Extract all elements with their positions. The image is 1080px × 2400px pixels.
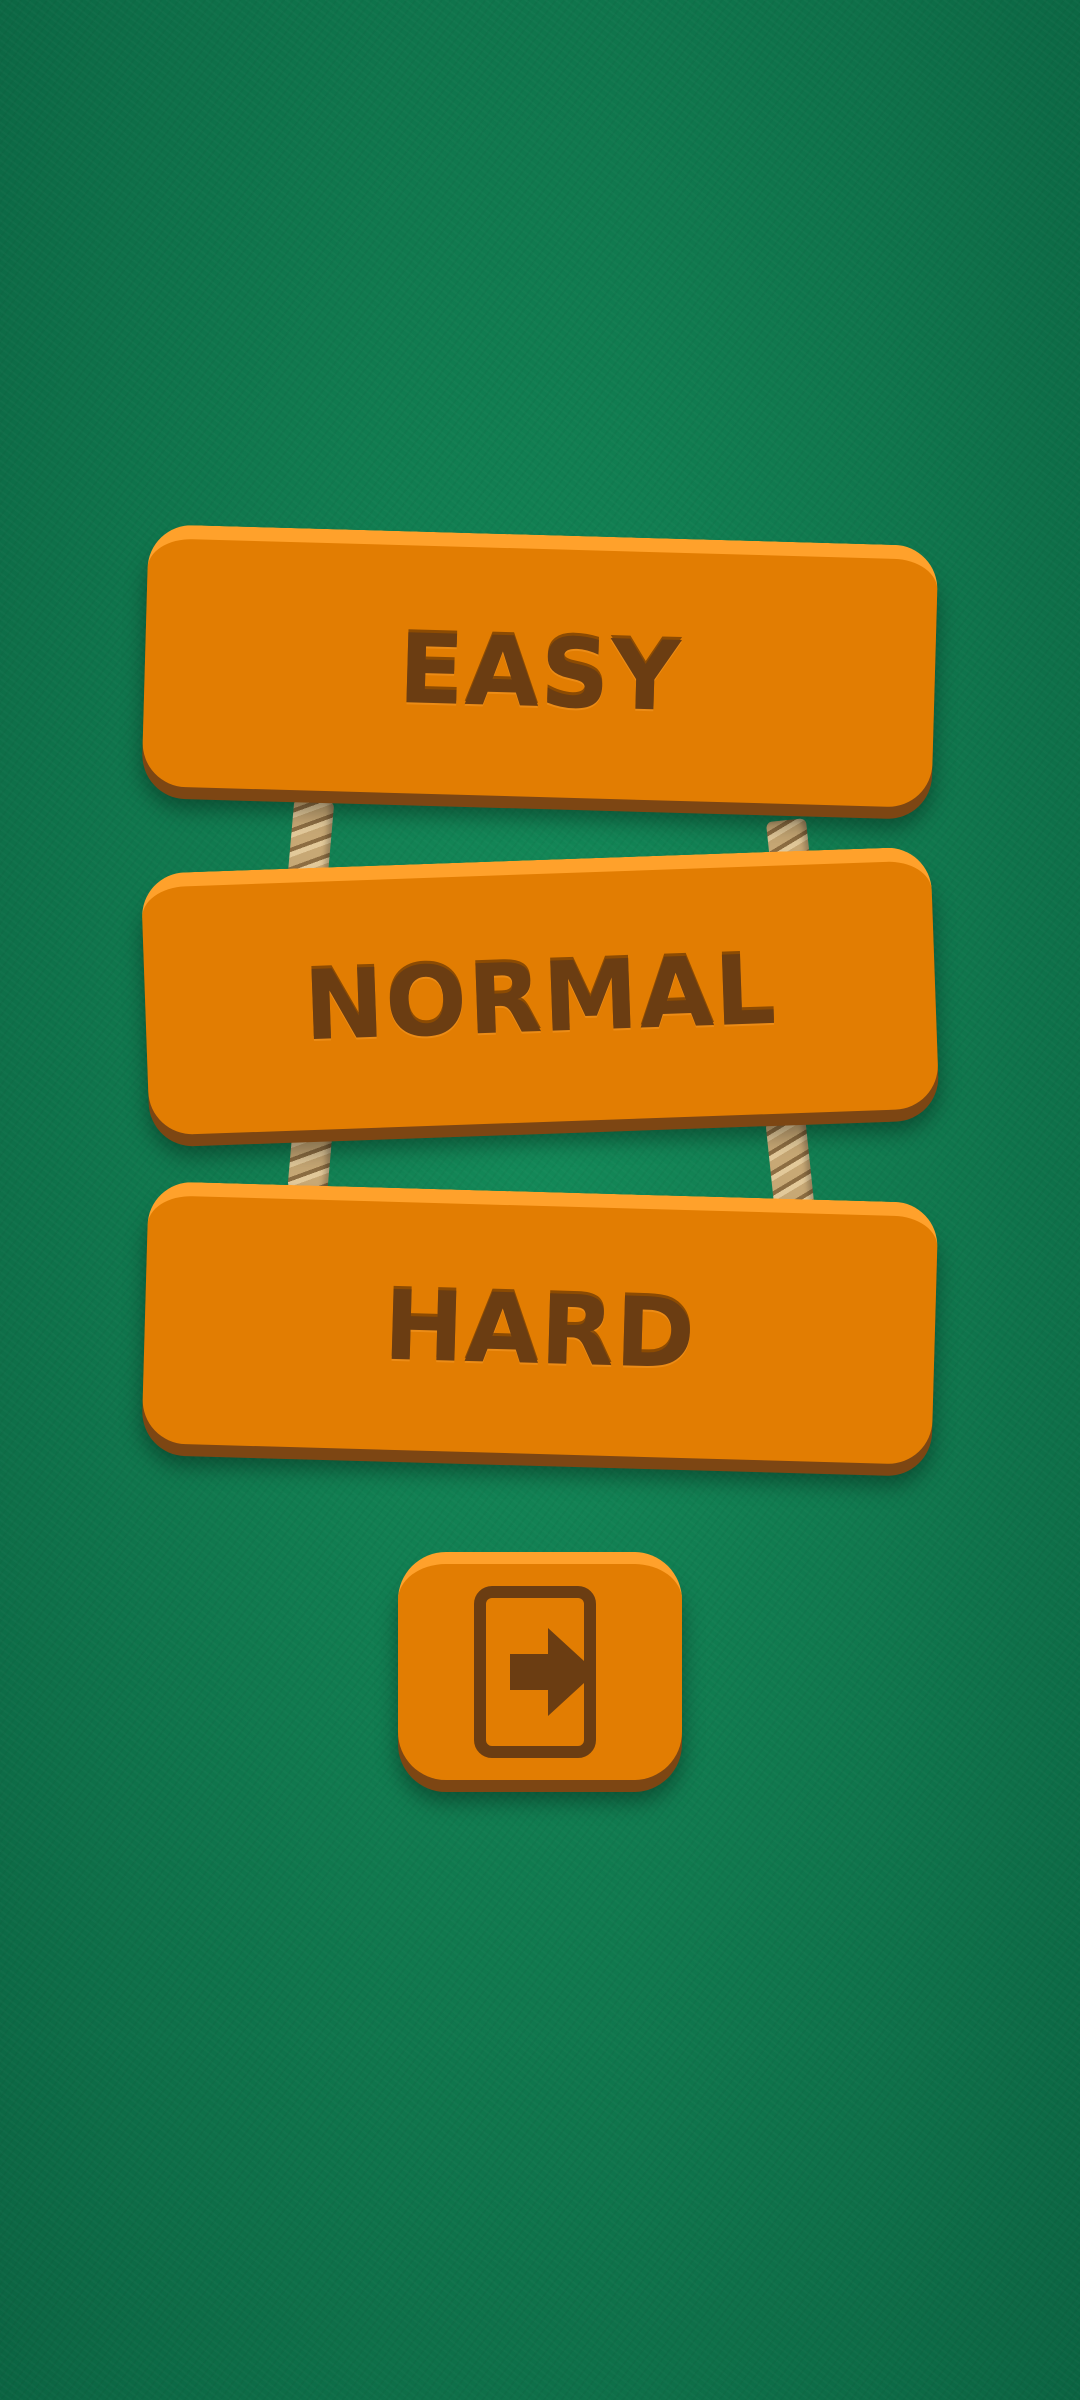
easy-button[interactable]: EASY [141,524,939,808]
exit-button[interactable] [398,1552,682,1780]
easy-label: EASY [397,613,683,733]
normal-label: NORMAL [301,933,779,1063]
normal-button[interactable]: NORMAL [140,846,940,1136]
exit-door-arrow-icon [470,1582,610,1762]
hard-button[interactable]: HARD [141,1181,939,1465]
hard-label: HARD [382,1269,698,1391]
rope [287,1128,333,1192]
